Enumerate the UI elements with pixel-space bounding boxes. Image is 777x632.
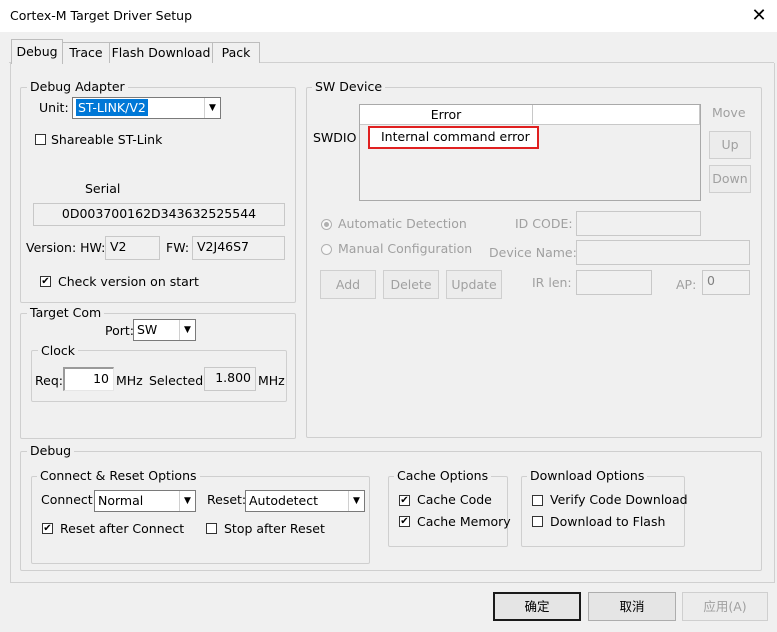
empty-column-header xyxy=(533,105,700,125)
id-code-field xyxy=(576,211,701,236)
verify-download-label: Verify Code Download xyxy=(550,492,688,507)
fw-label: FW: xyxy=(166,240,190,255)
unit-select[interactable]: ST-LINK/V2 ▼ xyxy=(72,97,221,119)
up-button[interactable]: Up xyxy=(709,131,751,159)
cancel-button[interactable]: 取消 xyxy=(588,592,676,621)
reset-label: Reset: xyxy=(207,492,247,507)
auto-detect-radio[interactable] xyxy=(321,219,332,230)
ir-len-field xyxy=(576,270,652,295)
debug-group-title: Debug xyxy=(27,443,75,458)
tab-trace[interactable]: Trace xyxy=(62,42,110,63)
selected-unit: MHz xyxy=(258,373,285,388)
ok-button[interactable]: 确定 xyxy=(493,592,581,621)
window-title: Cortex-M Target Driver Setup xyxy=(10,8,193,23)
verify-download-checkbox[interactable] xyxy=(532,495,543,506)
download-to-flash-label: Download to Flash xyxy=(550,514,666,529)
unit-label: Unit: xyxy=(39,100,69,115)
title-bar: Cortex-M Target Driver Setup ✕ xyxy=(0,0,777,32)
move-label: Move xyxy=(712,105,746,120)
manual-config-radio[interactable] xyxy=(321,244,332,255)
down-button[interactable]: Down xyxy=(709,165,751,193)
id-code-label: ID CODE: xyxy=(515,216,573,231)
ap-field: 0 xyxy=(702,270,750,295)
download-options-group xyxy=(521,476,685,547)
target-com-title: Target Com xyxy=(27,305,105,320)
debug-adapter-group xyxy=(20,87,296,303)
reset-select[interactable]: Autodetect ▼ xyxy=(245,490,365,512)
shareable-label: Shareable ST-Link xyxy=(51,132,163,147)
serial-label: Serial xyxy=(85,181,121,196)
cache-options-title: Cache Options xyxy=(394,468,492,483)
chevron-down-icon: ▼ xyxy=(348,491,364,511)
download-options-title: Download Options xyxy=(527,468,648,483)
device-name-label: Device Name: xyxy=(489,245,577,260)
connect-value: Normal xyxy=(98,493,144,508)
error-row[interactable]: Internal command error xyxy=(368,126,539,149)
stop-after-reset-label: Stop after Reset xyxy=(224,521,325,536)
auto-detect-label: Automatic Detection xyxy=(338,216,467,231)
device-name-field xyxy=(576,240,750,265)
error-column-header[interactable]: Error xyxy=(360,105,533,125)
chevron-down-icon: ▼ xyxy=(179,320,195,340)
close-icon[interactable]: ✕ xyxy=(746,4,772,28)
port-value: SW xyxy=(137,322,158,337)
update-button[interactable]: Update xyxy=(446,270,502,299)
reset-value: Autodetect xyxy=(249,493,319,508)
chevron-down-icon: ▼ xyxy=(204,98,220,118)
reset-after-connect-label: Reset after Connect xyxy=(60,521,185,536)
connect-label: Connect: xyxy=(41,492,97,507)
connect-select[interactable]: Normal ▼ xyxy=(94,490,196,512)
cache-memory-label: Cache Memory xyxy=(417,514,511,529)
cache-code-label: Cache Code xyxy=(417,492,492,507)
apply-button[interactable]: 应用(A) xyxy=(682,592,768,621)
chevron-down-icon: ▼ xyxy=(179,491,195,511)
connect-reset-title: Connect & Reset Options xyxy=(37,468,200,483)
add-button[interactable]: Add xyxy=(320,270,376,299)
reset-after-connect-checkbox[interactable]: ✔ xyxy=(42,523,53,534)
check-version-label: Check version on start xyxy=(58,274,199,289)
serial-field: 0D003700162D343632525544 xyxy=(33,203,285,226)
version-hw-label: Version: HW: xyxy=(26,240,106,255)
selected-field: 1.800 xyxy=(204,367,256,391)
swdio-label: SWDIO xyxy=(313,130,357,145)
fw-version-field: V2J46S7 xyxy=(192,236,285,260)
sw-device-title: SW Device xyxy=(312,79,386,94)
cache-code-checkbox[interactable]: ✔ xyxy=(399,495,410,506)
hw-version-field: V2 xyxy=(105,236,160,260)
ir-len-label: IR len: xyxy=(532,275,572,290)
port-select[interactable]: SW ▼ xyxy=(133,319,196,341)
req-unit: MHz xyxy=(116,373,143,388)
stop-after-reset-checkbox[interactable] xyxy=(206,523,217,534)
port-label: Port: xyxy=(105,323,134,338)
shareable-checkbox[interactable] xyxy=(35,134,46,145)
debug-adapter-title: Debug Adapter xyxy=(27,79,128,94)
tab-debug[interactable]: Debug xyxy=(11,39,63,64)
check-version-checkbox[interactable]: ✔ xyxy=(40,276,51,287)
req-input[interactable]: 10 xyxy=(63,367,114,391)
tab-pack[interactable]: Pack xyxy=(212,42,260,63)
manual-config-label: Manual Configuration xyxy=(338,241,473,256)
tab-flash-download[interactable]: Flash Download xyxy=(109,42,213,63)
download-to-flash-checkbox[interactable] xyxy=(532,516,543,527)
sw-device-list[interactable]: Error xyxy=(359,104,701,201)
unit-value: ST-LINK/V2 xyxy=(76,99,148,116)
cache-options-group xyxy=(388,476,508,547)
delete-button[interactable]: Delete xyxy=(383,270,439,299)
clock-title: Clock xyxy=(38,343,78,358)
selected-label: Selected: xyxy=(149,373,208,388)
cache-memory-checkbox[interactable]: ✔ xyxy=(399,516,410,527)
req-label: Req: xyxy=(35,373,63,388)
ap-label: AP: xyxy=(676,277,697,292)
